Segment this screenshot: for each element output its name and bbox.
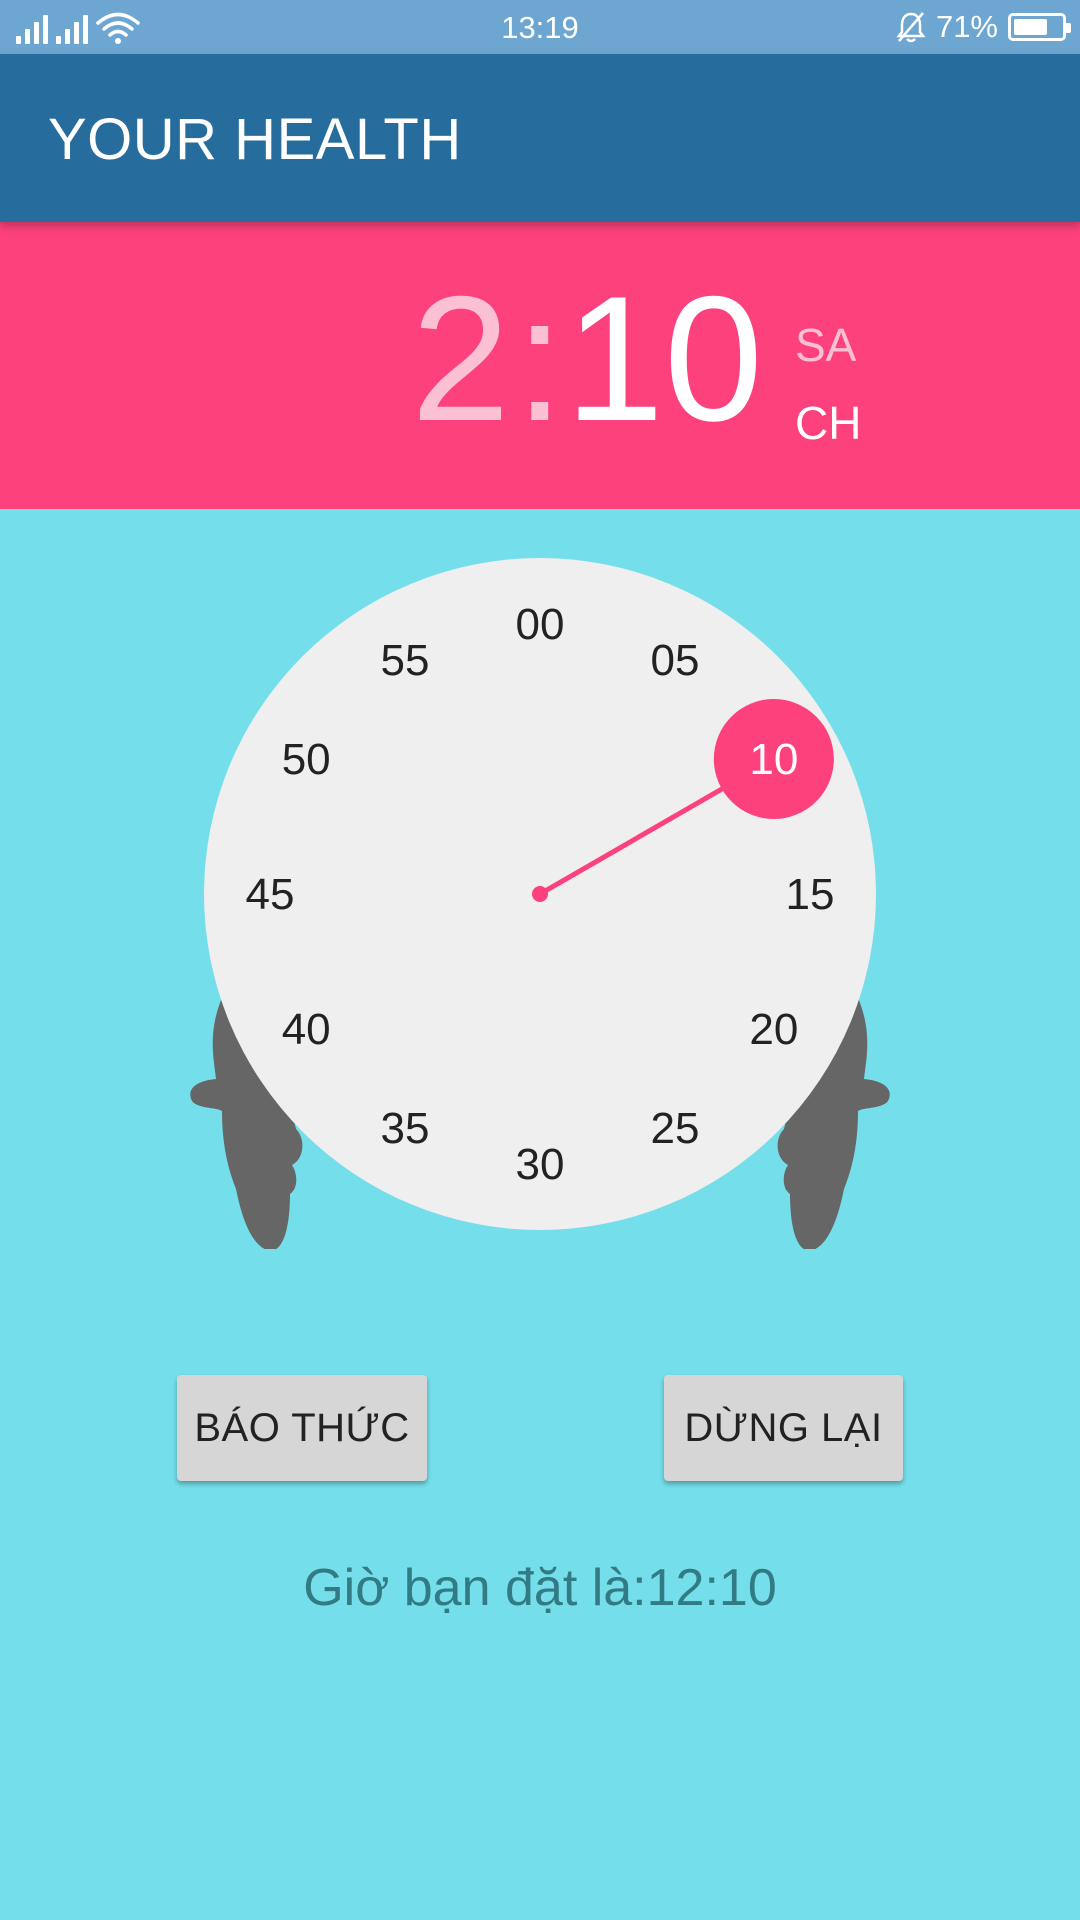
minute-display[interactable]: 10: [565, 270, 763, 448]
battery-level-fill: [1014, 19, 1047, 35]
minute-label-20[interactable]: 20: [749, 1005, 798, 1054]
set-time-text: Giờ bạn đặt là:12:10: [303, 1559, 777, 1617]
clock-center-dot: [532, 886, 548, 902]
clock-area: 00 05 10 15 20 25 30 35 40 45 50 55: [0, 509, 1080, 1309]
hour-display[interactable]: 2: [410, 270, 510, 448]
minute-label-10[interactable]: 10: [749, 735, 798, 784]
minute-label-05[interactable]: 05: [651, 636, 700, 685]
pm-toggle[interactable]: CH: [795, 396, 861, 450]
battery-icon: [1008, 13, 1071, 41]
bell-off-icon: [896, 12, 926, 43]
status-icons-right: 71%: [896, 8, 1071, 46]
minute-label-25[interactable]: 25: [651, 1104, 700, 1153]
app-toolbar: YOUR HEALTH: [0, 54, 1080, 222]
minute-label-35[interactable]: 35: [381, 1104, 430, 1153]
battery-percent: 71%: [935, 9, 998, 44]
alarm-button[interactable]: BÁO THỨC: [177, 1375, 427, 1481]
minute-label-30[interactable]: 30: [516, 1140, 565, 1189]
minute-label-15[interactable]: 15: [786, 870, 835, 919]
minute-label-40[interactable]: 40: [282, 1005, 331, 1054]
time-separator: :: [515, 259, 565, 458]
minute-label-50[interactable]: 50: [282, 735, 331, 784]
minute-label-00[interactable]: 00: [516, 600, 565, 649]
am-toggle[interactable]: SA: [795, 318, 856, 372]
minute-clock-dial[interactable]: 00 05 10 15 20 25 30 35 40 45 50 55: [0, 509, 1080, 1309]
minute-label-55[interactable]: 55: [381, 636, 430, 685]
app-title: YOUR HEALTH: [48, 107, 462, 172]
status-bar: 13:19 71%: [0, 0, 1080, 54]
stop-button[interactable]: DỪNG LẠI: [664, 1375, 903, 1481]
minute-label-45[interactable]: 45: [246, 870, 295, 919]
